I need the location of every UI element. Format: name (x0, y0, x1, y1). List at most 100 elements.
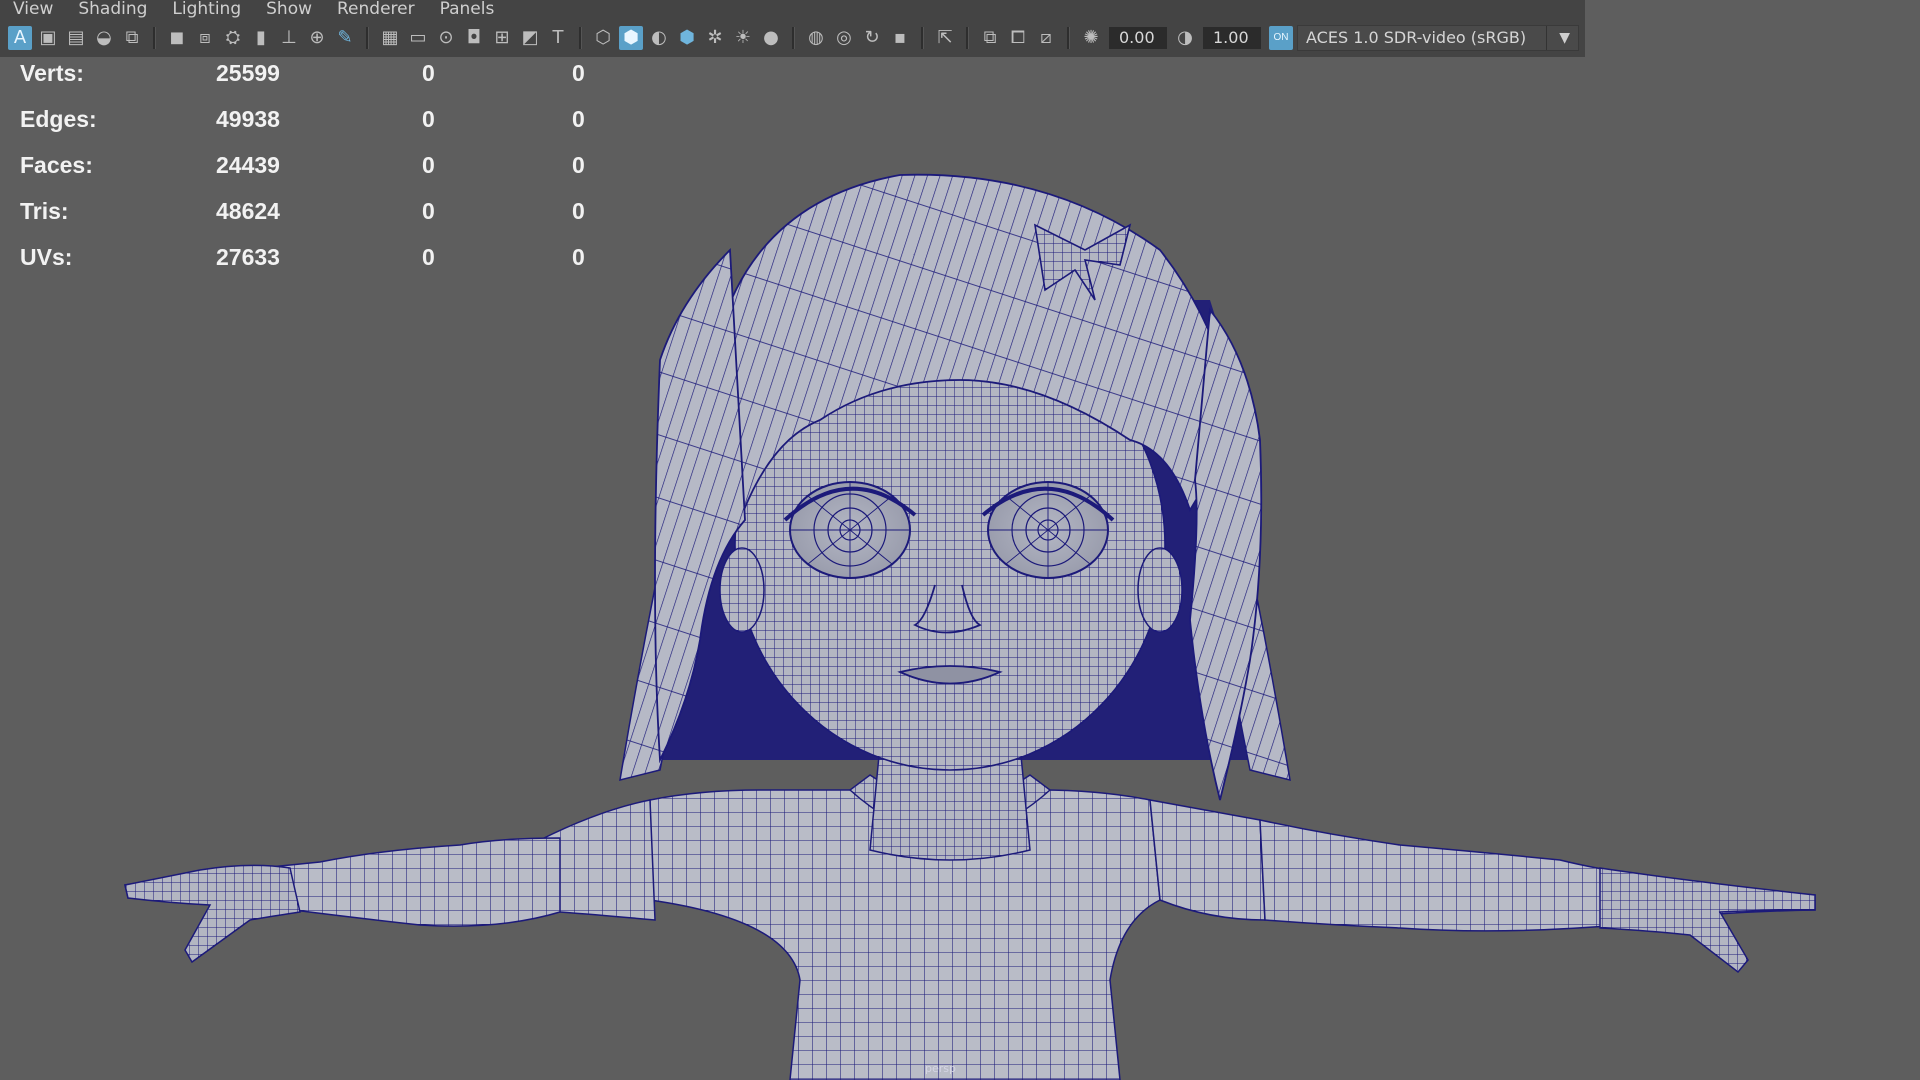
hair-bow-mesh (1033, 223, 1132, 301)
xray-icon[interactable]: ✲ (703, 26, 727, 50)
isolate-select-icon[interactable]: ⇱ (933, 26, 957, 50)
head-mesh (734, 319, 1166, 771)
left-eye-mesh (783, 481, 917, 579)
field-chart-icon[interactable]: ⊞ (490, 26, 514, 50)
gamma-field[interactable]: 1.00 (1203, 26, 1261, 49)
pencil-icon[interactable]: ✎ (333, 26, 357, 50)
hud-value-selected-components: 0 (572, 106, 585, 132)
toolbar-separator (966, 26, 969, 49)
grease-pencil-icon[interactable]: ⊥ (277, 26, 301, 50)
neck-mesh (869, 744, 1031, 861)
toolbar-background (1585, 18, 1920, 50)
left-hand-mesh (124, 864, 301, 964)
2d-pan-zoom-icon[interactable]: ⧉ (120, 26, 144, 50)
default-material-icon[interactable]: ◐ (647, 26, 671, 50)
smooth-shade-icon[interactable]: ⬢ (619, 25, 643, 50)
toolbar-separator (921, 26, 924, 49)
image-plane-icon[interactable]: ◒ (92, 26, 116, 50)
hud-label: Edges: (20, 106, 97, 132)
camera-icon[interactable]: ◼ (165, 26, 189, 50)
toolbar-separator (366, 26, 369, 49)
hud-value-total: 24439 (216, 152, 280, 178)
toolbar-separator (153, 26, 156, 49)
menu-renderer[interactable]: Renderer (337, 0, 415, 18)
right-hand-mesh (1599, 867, 1816, 974)
camera-label: persp (925, 1062, 956, 1075)
bangs-mesh (718, 173, 1236, 523)
ambient-occlusion-icon[interactable]: ◍ (804, 26, 828, 50)
torso-mesh (649, 789, 1161, 1080)
depth-of-field-icon[interactable]: ▪ (888, 26, 912, 50)
pan-icon[interactable]: ⊕ (305, 26, 329, 50)
panel-toolbar: A ▣ ▤ ◒ ⧉ ◼ ⧈ ⛭ ▮ ⊥ ⊕ ✎ ▦ ▭ ⊙ ◘ ⊞ ◩ T ⬡ … (0, 18, 1585, 57)
collar-mesh (848, 774, 1052, 836)
right-sleeve-mesh (1149, 799, 1266, 921)
color-space-select[interactable]: ACES 1.0 SDR-video (sRGB) ▼ (1297, 24, 1579, 51)
left-arm-mesh (124, 837, 561, 927)
gamma-icon[interactable]: ◑ (1173, 26, 1197, 50)
hud-label: Tris: (20, 198, 69, 224)
film-gate-icon[interactable]: ▭ (406, 26, 430, 50)
hud-value-selected: 0 (422, 60, 435, 86)
menu-view[interactable]: View (13, 0, 53, 18)
hud-label: UVs: (20, 244, 73, 270)
safe-action-icon[interactable]: ◩ (518, 26, 542, 50)
select-camera-icon[interactable]: A (8, 25, 32, 50)
chevron-down-icon: ▼ (1546, 25, 1570, 50)
hud-value-selected-components: 0 (572, 152, 585, 178)
back-hair-mesh (640, 300, 1270, 760)
hud-value-total: 27633 (216, 244, 280, 270)
hud-value-selected-components: 0 (572, 198, 585, 224)
grid-icon[interactable]: ▦ (378, 26, 402, 50)
right-arm-mesh (1259, 819, 1816, 932)
camera-attributes-icon[interactable]: ▣ (36, 26, 60, 50)
safe-title-icon[interactable]: T (546, 26, 570, 50)
motion-blur-icon[interactable]: ◎ (832, 26, 856, 50)
hud-label: Verts: (20, 60, 84, 86)
hud-label: Faces: (20, 152, 93, 178)
left-sleeve-mesh (539, 799, 656, 921)
right-ear-mesh (1137, 547, 1183, 633)
hud-value-selected-components: 0 (572, 60, 585, 86)
nose-mesh (912, 584, 983, 634)
hud-value-selected: 0 (422, 244, 435, 270)
camera-lock-icon[interactable]: ⧈ (193, 26, 217, 50)
wireframe-on-shaded-icon[interactable]: ⬢ (675, 26, 699, 50)
toolbar-separator (579, 26, 582, 49)
menubar-background (1585, 0, 1920, 18)
color-space-label: ACES 1.0 SDR-video (sRGB) (1306, 28, 1527, 47)
hud-value-selected-components: 0 (572, 244, 585, 270)
hud-value-total: 49938 (216, 106, 280, 132)
use-all-lights-icon[interactable]: ☀ (731, 26, 755, 50)
bookmark-icon[interactable]: ▮ (249, 26, 273, 50)
bookmarks-icon[interactable]: ▤ (64, 26, 88, 50)
anti-aliasing-icon[interactable]: ↻ (860, 26, 884, 50)
toolbar-separator (1067, 26, 1070, 49)
hud-value-total: 48624 (216, 198, 280, 224)
color-management-icon[interactable]: ON (1269, 25, 1293, 50)
exposure-icon[interactable]: ✺ (1079, 26, 1103, 50)
viewport-3d[interactable]: persp (0, 0, 1920, 1080)
left-ear-mesh (719, 547, 765, 633)
exposure-field[interactable]: 0.00 (1109, 26, 1167, 49)
panel-menu-bar: View Shading Lighting Show Renderer Pane… (0, 0, 1585, 18)
hud-value-selected: 0 (422, 106, 435, 132)
right-eye-mesh (981, 481, 1115, 579)
menu-shading[interactable]: Shading (78, 0, 147, 18)
hud-value-total: 25599 (216, 60, 280, 86)
gate-mask-icon[interactable]: ◘ (462, 26, 486, 50)
wireframe-icon[interactable]: ⬡ (591, 26, 615, 50)
resolution-gate-icon[interactable]: ⊙ (434, 26, 458, 50)
toolbar-separator (792, 26, 795, 49)
camera-key-icon[interactable]: ⛭ (221, 26, 245, 50)
hud-value-selected: 0 (422, 198, 435, 224)
menu-lighting[interactable]: Lighting (172, 0, 241, 18)
xray-joints-icon[interactable]: ⧉ (978, 26, 1002, 50)
shadows-icon[interactable]: ● (759, 26, 783, 50)
xray-active-icon[interactable]: ⧠ (1006, 26, 1030, 50)
backface-culling-icon[interactable]: ⧄ (1034, 26, 1058, 50)
menu-panels[interactable]: Panels (440, 0, 495, 18)
hud-value-selected: 0 (422, 152, 435, 178)
mouth-mesh (897, 665, 1003, 685)
menu-show[interactable]: Show (266, 0, 312, 18)
